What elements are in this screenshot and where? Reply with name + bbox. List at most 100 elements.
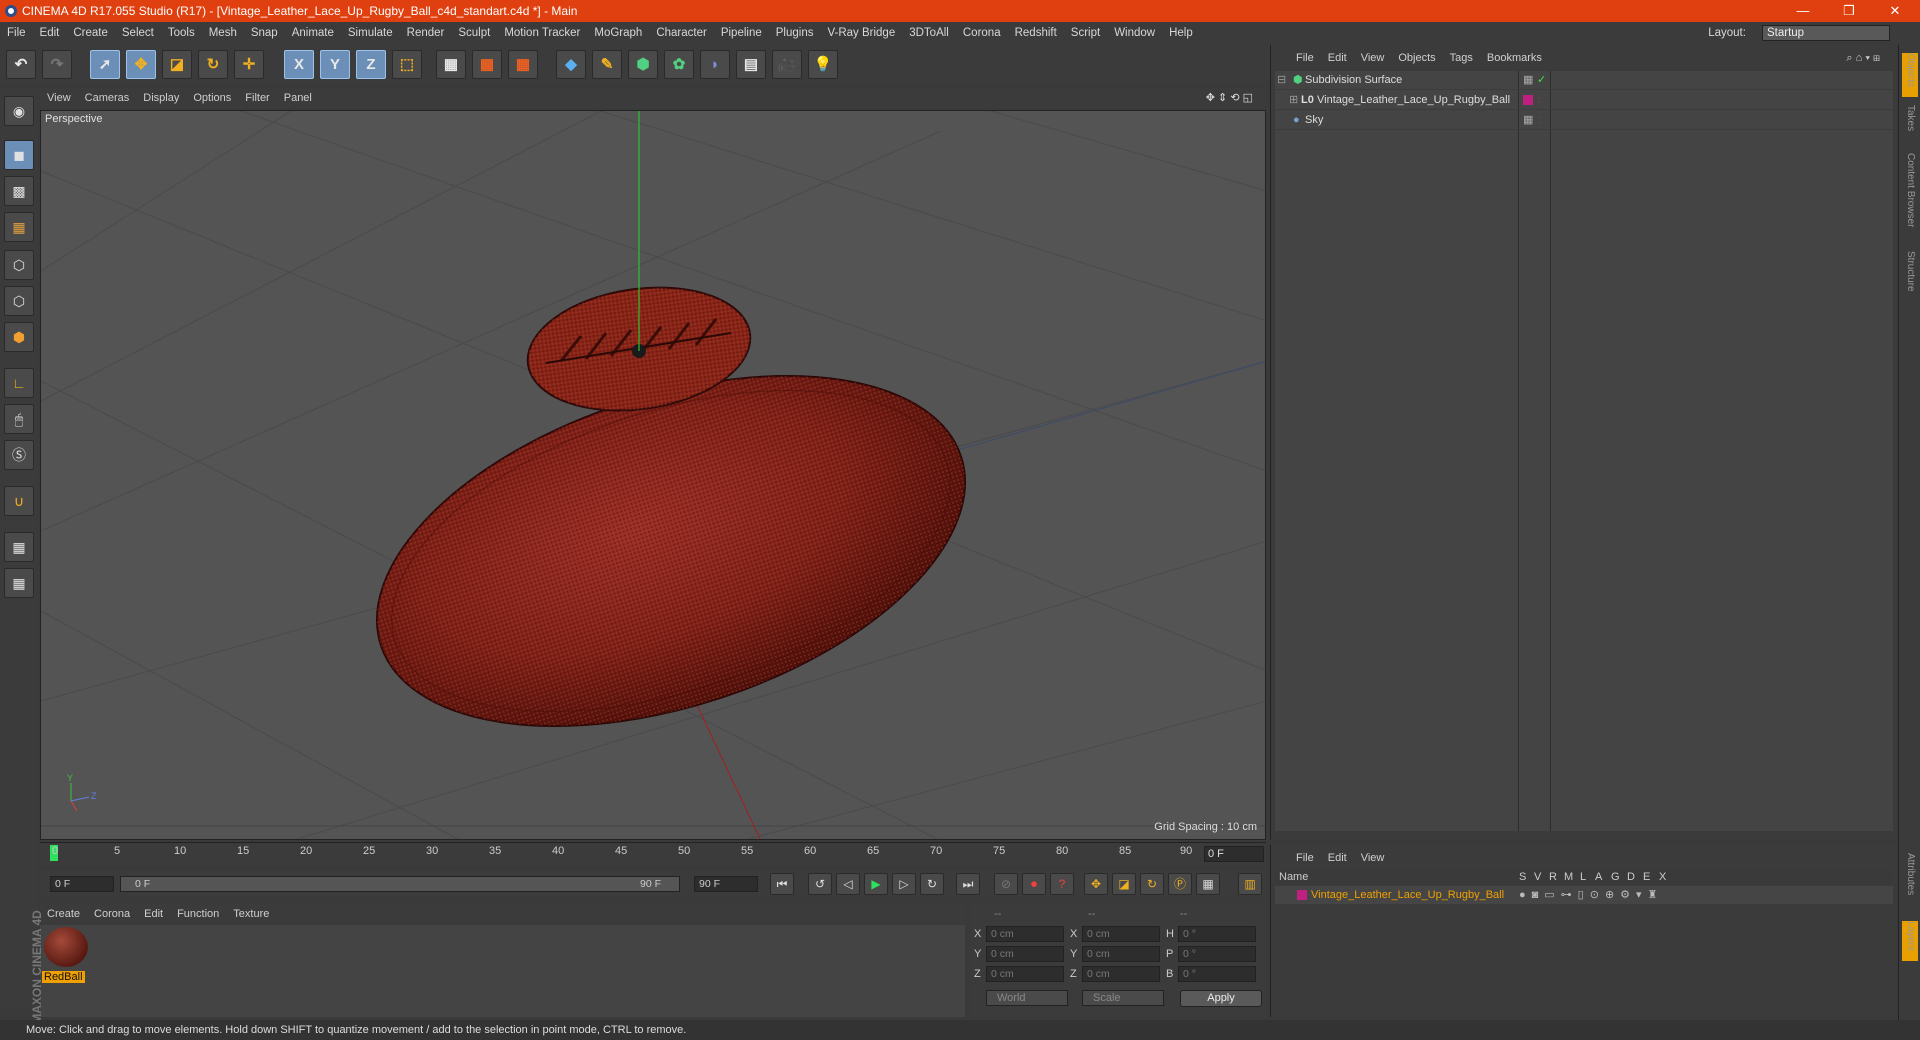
- current-frame-field[interactable]: 0 F: [1204, 846, 1264, 862]
- menu-redshift[interactable]: Redshift: [1008, 22, 1064, 44]
- viewport-menu-options[interactable]: Options: [186, 88, 238, 108]
- layer-menu-file[interactable]: File: [1289, 849, 1321, 867]
- tab-objects[interactable]: Objects: [1902, 53, 1918, 97]
- y-axis-toggle[interactable]: Y: [320, 50, 350, 79]
- layer-row[interactable]: Vintage_Leather_Lace_Up_Rugby_Ball ●◙▭⊶▯…: [1275, 886, 1893, 904]
- minimize-button[interactable]: —: [1780, 0, 1826, 22]
- render-picture-viewer-icon[interactable]: ▦: [472, 50, 502, 79]
- workplane-mode-icon[interactable]: ▦: [4, 212, 34, 242]
- object-row[interactable]: ⊟ ⬢ Subdivision Surface ▦ ✓: [1275, 71, 1893, 90]
- material-menu-function[interactable]: Function: [170, 904, 226, 924]
- size-mode-dropdown[interactable]: Scale: [1082, 990, 1164, 1006]
- position-x-field[interactable]: 0 cm: [986, 926, 1064, 942]
- menu-vray-bridge[interactable]: V-Ray Bridge: [820, 22, 902, 44]
- key-position-icon[interactable]: ✥: [1084, 873, 1108, 895]
- viewport-menu-filter[interactable]: Filter: [238, 88, 276, 108]
- maximize-button[interactable]: ❐: [1826, 0, 1872, 22]
- polygons-mode-icon[interactable]: ⬢: [4, 322, 34, 352]
- record-keys-icon[interactable]: ⏺: [1022, 873, 1046, 895]
- menu-select[interactable]: Select: [115, 22, 161, 44]
- visibility-toggle-icon[interactable]: ▦: [1523, 111, 1533, 130]
- menu-sculpt[interactable]: Sculpt: [451, 22, 497, 44]
- rotation-p-field[interactable]: 0 °: [1178, 946, 1256, 962]
- menu-animate[interactable]: Animate: [285, 22, 341, 44]
- viewport-menu-display[interactable]: Display: [136, 88, 186, 108]
- position-z-field[interactable]: 0 cm: [986, 966, 1064, 982]
- make-editable-icon[interactable]: ◉: [4, 96, 34, 126]
- material-name-label[interactable]: RedBall: [42, 971, 85, 983]
- viewport-navigation-icons[interactable]: ✥ ⇕ ⟲ ◱: [1199, 88, 1260, 108]
- rotate-tool-icon[interactable]: ↻: [198, 50, 228, 79]
- render-dots-icon[interactable]: ⁚: [1538, 91, 1541, 110]
- planar-workplane-icon[interactable]: ▦: [4, 568, 34, 598]
- material-menu-corona[interactable]: Corona: [87, 904, 137, 924]
- light-icon[interactable]: 💡: [808, 50, 838, 79]
- object-name[interactable]: Subdivision Surface: [1305, 71, 1402, 90]
- scale-tool-icon[interactable]: ◪: [162, 50, 192, 79]
- viewport-menu-view[interactable]: View: [40, 88, 78, 108]
- frame-range-slider[interactable]: 0 F 90 F: [120, 876, 680, 892]
- coordinate-space-dropdown[interactable]: World: [986, 990, 1068, 1006]
- tab-structure[interactable]: Structure: [1902, 251, 1918, 307]
- menu-render[interactable]: Render: [400, 22, 452, 44]
- size-z-field[interactable]: 0 cm: [1082, 966, 1160, 982]
- axis-mode-icon[interactable]: ∟: [4, 368, 34, 398]
- viewport-menu-panel[interactable]: Panel: [277, 88, 319, 108]
- layer-name[interactable]: Vintage_Leather_Lace_Up_Rugby_Ball: [1311, 886, 1504, 904]
- layer-color-swatch[interactable]: [1523, 95, 1533, 105]
- material-thumbnail[interactable]: [44, 927, 88, 967]
- key-rotation-icon[interactable]: ↻: [1140, 873, 1164, 895]
- rotation-h-field[interactable]: 0 °: [1178, 926, 1256, 942]
- menu-mesh[interactable]: Mesh: [202, 22, 244, 44]
- coordinate-system-icon[interactable]: ⬚: [392, 50, 422, 79]
- enabled-check-icon[interactable]: ✓: [1537, 71, 1546, 90]
- tab-content-browser[interactable]: Content Browser: [1902, 153, 1918, 243]
- menu-corona[interactable]: Corona: [956, 22, 1008, 44]
- menu-pipeline[interactable]: Pipeline: [714, 22, 769, 44]
- menu-plugins[interactable]: Plugins: [769, 22, 821, 44]
- tab-layers[interactable]: Layers: [1902, 921, 1918, 961]
- end-frame-field[interactable]: 90 F: [694, 876, 758, 892]
- position-y-field[interactable]: 0 cm: [986, 946, 1064, 962]
- menu-mograph[interactable]: MoGraph: [587, 22, 649, 44]
- object-manager-search-icon[interactable]: ⌕ ⌂ ▾ ⊞: [1839, 49, 1887, 67]
- camera-icon[interactable]: 🎥: [772, 50, 802, 79]
- menu-help[interactable]: Help: [1162, 22, 1200, 44]
- go-to-start-icon[interactable]: ⏮: [770, 873, 794, 895]
- object-name[interactable]: Vintage_Leather_Lace_Up_Rugby_Ball: [1317, 91, 1510, 110]
- close-button[interactable]: ✕: [1872, 0, 1918, 22]
- collapse-icon[interactable]: ⊟: [1277, 71, 1286, 90]
- visibility-toggle-icon[interactable]: ▦: [1523, 71, 1533, 90]
- layer-menu-view[interactable]: View: [1354, 849, 1392, 867]
- z-axis-toggle[interactable]: Z: [356, 50, 386, 79]
- menu-file[interactable]: File: [0, 22, 33, 44]
- cube-primitive-icon[interactable]: ◆: [556, 50, 586, 79]
- timeline-window-icon[interactable]: ▥: [1238, 873, 1262, 895]
- subdivision-surface-icon[interactable]: ⬢: [628, 50, 658, 79]
- menu-script[interactable]: Script: [1064, 22, 1107, 44]
- expand-icon[interactable]: ⊞: [1289, 91, 1298, 110]
- key-pla-icon[interactable]: ▦: [1196, 873, 1220, 895]
- go-to-end-icon[interactable]: ⏭: [956, 873, 980, 895]
- next-key-icon[interactable]: ↻: [920, 873, 944, 895]
- menu-character[interactable]: Character: [649, 22, 714, 44]
- points-mode-icon[interactable]: ⬡: [4, 250, 34, 280]
- object-row[interactable]: ⊞ L0 Vintage_Leather_Lace_Up_Rugby_Ball …: [1275, 91, 1893, 110]
- render-dots-icon[interactable]: ⁚: [1538, 111, 1541, 130]
- size-x-field[interactable]: 0 cm: [1082, 926, 1160, 942]
- move-tool-icon[interactable]: ✥: [126, 50, 156, 79]
- material-menu-texture[interactable]: Texture: [226, 904, 276, 924]
- start-frame-field[interactable]: 0 F: [50, 876, 114, 892]
- layer-menu-edit[interactable]: Edit: [1321, 849, 1354, 867]
- object-menu-view[interactable]: View: [1354, 49, 1392, 67]
- undo-icon[interactable]: ↶: [6, 50, 36, 79]
- render-view-icon[interactable]: ▦: [436, 50, 466, 79]
- spline-pen-icon[interactable]: ✎: [592, 50, 622, 79]
- locked-workplane-icon[interactable]: ▦: [4, 532, 34, 562]
- menu-edit[interactable]: Edit: [33, 22, 67, 44]
- record-disabled-icon[interactable]: ⊘: [994, 873, 1018, 895]
- material-menu-create[interactable]: Create: [40, 904, 87, 924]
- menu-snap[interactable]: Snap: [244, 22, 285, 44]
- previous-frame-icon[interactable]: ◁: [836, 873, 860, 895]
- apply-button[interactable]: Apply: [1180, 990, 1262, 1007]
